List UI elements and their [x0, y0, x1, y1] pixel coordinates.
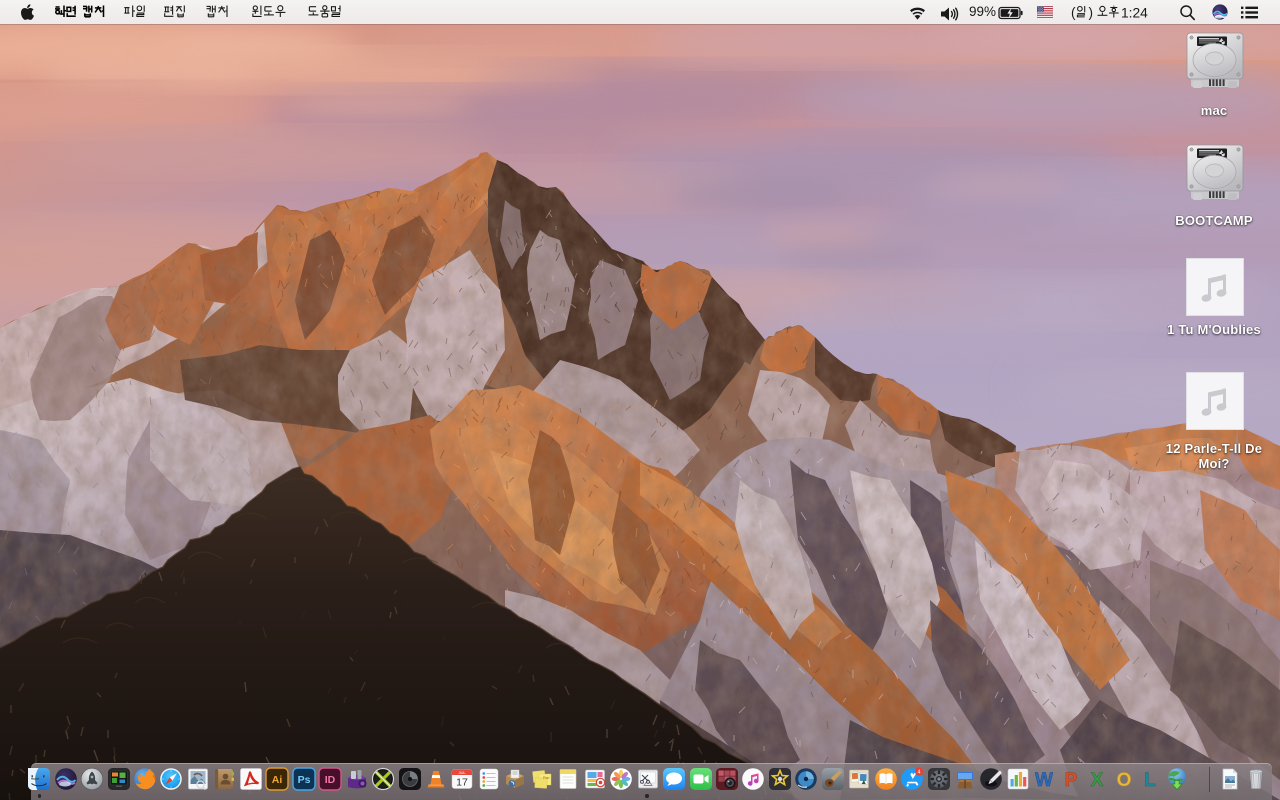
svg-text:17: 17 [457, 777, 469, 789]
svg-text:1:24: 1:24 [1121, 6, 1148, 21]
svg-text:Plan: Plan [543, 776, 550, 780]
svg-text:ID: ID [325, 774, 336, 786]
svg-text:4: 4 [918, 769, 921, 775]
svg-text:Ps: Ps [297, 774, 310, 786]
svg-text:JUL: JUL [459, 770, 467, 775]
svg-text:P: P [1064, 770, 1077, 791]
svg-text:X: X [1091, 770, 1104, 791]
svg-text:W: W [1035, 770, 1053, 791]
svg-text:O: O [1116, 770, 1131, 791]
svg-text:Ai: Ai [272, 774, 283, 786]
svg-text:): ) [1089, 5, 1094, 20]
svg-text:(: ( [1071, 5, 1076, 20]
svg-text:L: L [1144, 770, 1156, 791]
